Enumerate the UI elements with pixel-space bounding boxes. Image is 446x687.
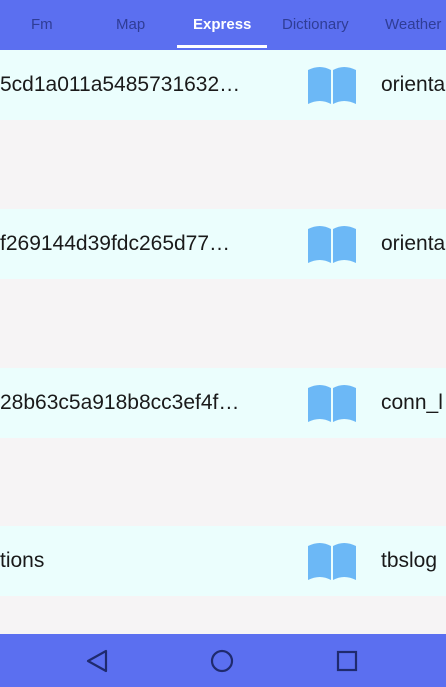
list-spacer xyxy=(0,438,446,526)
list-content[interactable]: 5cd1a011a5485731632… orienta f269144d39f… xyxy=(0,50,446,634)
open-book-icon xyxy=(308,226,356,263)
list-spacer xyxy=(0,279,446,368)
tab-fm[interactable]: Fm xyxy=(31,0,53,50)
back-triangle-icon[interactable] xyxy=(80,644,114,678)
item-title: f269144d39fdc265d77… xyxy=(0,232,231,255)
tab-dictionary[interactable]: Dictionary xyxy=(282,0,349,50)
system-nav-bar xyxy=(0,634,446,687)
list-spacer xyxy=(0,596,446,634)
home-circle-icon[interactable] xyxy=(205,644,239,678)
open-book-icon xyxy=(308,67,356,104)
item-title: 5cd1a011a5485731632… xyxy=(0,73,241,96)
tab-map[interactable]: Map xyxy=(116,0,145,50)
list-item[interactable]: f269144d39fdc265d77… orienta xyxy=(0,209,446,279)
tab-weather[interactable]: Weather xyxy=(385,0,441,50)
item-tag: orienta xyxy=(381,232,446,255)
tab-express[interactable]: Express xyxy=(193,0,251,50)
item-title: 28b63c5a918b8cc3ef4f… xyxy=(0,391,240,414)
active-tab-indicator xyxy=(177,45,267,48)
list-spacer xyxy=(0,120,446,209)
recents-square-icon[interactable] xyxy=(330,644,364,678)
item-title: tions xyxy=(0,549,45,572)
list-item[interactable]: 5cd1a011a5485731632… orienta xyxy=(0,50,446,120)
item-tag: tbslog xyxy=(381,549,438,572)
item-tag: conn_l xyxy=(381,391,443,414)
item-tag: orienta xyxy=(381,73,446,96)
list-item[interactable]: tions tbslog xyxy=(0,526,446,596)
list-item[interactable]: 28b63c5a918b8cc3ef4f… conn_l xyxy=(0,368,446,438)
open-book-icon xyxy=(308,543,356,580)
open-book-icon xyxy=(308,385,356,422)
category-tab-bar: Fm Map Express Dictionary Weather xyxy=(0,0,446,50)
